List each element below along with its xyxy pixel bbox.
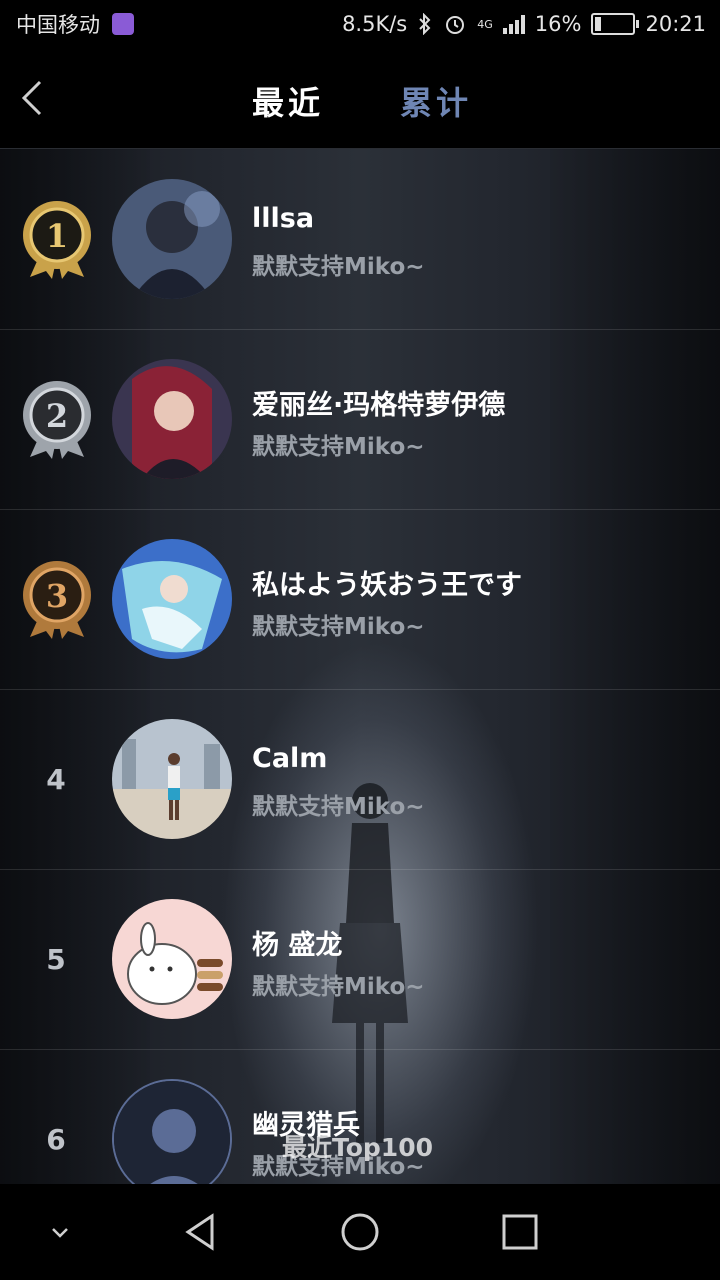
silver-medal-icon: 2: [23, 381, 91, 459]
status-bar: 中国移动 8.5K/s 4G 16% 20:21: [0, 0, 720, 48]
list-item[interactable]: 4 Calm 默默支持Miko~: [0, 689, 720, 870]
top100-label[interactable]: 最近Top100: [282, 1128, 433, 1164]
network-speed: 8.5K/s: [342, 12, 408, 36]
user-message: 默默支持Miko~: [252, 794, 425, 820]
square-recents-icon[interactable]: [500, 1210, 540, 1254]
battery-icon: [591, 13, 640, 35]
medal-number: 2: [46, 397, 68, 435]
medal-number: 3: [46, 577, 68, 615]
avatar[interactable]: [112, 539, 232, 659]
avatar[interactable]: [112, 899, 232, 1019]
bluetooth-icon: [419, 13, 431, 35]
carrier-label: 中国移动: [16, 13, 100, 37]
avatar[interactable]: [112, 719, 232, 839]
avatar[interactable]: [112, 179, 232, 299]
navigation-bar: [0, 1184, 720, 1280]
alarm-icon: [446, 16, 465, 34]
tab-recent[interactable]: 最近: [252, 78, 324, 124]
chevron-down-icon[interactable]: [48, 1220, 72, 1244]
user-name: 爱丽丝·玛格特萝伊德: [252, 390, 506, 421]
rank-number: 6: [46, 1123, 66, 1156]
user-name: 私はよう妖おう王です: [252, 570, 522, 601]
user-message: 默默支持Miko~: [252, 254, 425, 280]
gallery-notification-icon: [112, 13, 134, 35]
clock: 20:21: [645, 12, 706, 36]
battery-percent: 16%: [534, 12, 582, 36]
list-item[interactable]: 5 杨 盛龙 默默支持Miko~: [0, 869, 720, 1050]
medal-number: 1: [46, 217, 68, 255]
user-message: 默默支持Miko~: [252, 434, 425, 460]
title-bar: 最近 累计: [0, 48, 720, 149]
network-type: 4G: [477, 18, 493, 31]
default-avatar-icon[interactable]: [112, 1079, 232, 1184]
rank-number: 4: [46, 763, 66, 796]
user-message: 默默支持Miko~: [252, 974, 425, 1000]
circle-home-icon[interactable]: [340, 1210, 380, 1254]
user-name: lllsa: [252, 203, 315, 234]
list-item[interactable]: 2 爱丽丝·玛格特萝伊德 默默支持Miko~: [0, 329, 720, 510]
triangle-back-icon[interactable]: [180, 1210, 220, 1254]
user-name: Calm: [252, 743, 328, 774]
rank-number: 5: [46, 943, 66, 976]
tab-total[interactable]: 累计: [400, 78, 472, 124]
back-chevron-icon[interactable]: [14, 76, 54, 120]
user-message: 默默支持Miko~: [252, 614, 425, 640]
gold-medal-icon: 1: [23, 201, 91, 279]
signal-icon: [502, 14, 525, 34]
avatar[interactable]: [112, 359, 232, 479]
user-name: 杨 盛龙: [252, 930, 343, 961]
bronze-medal-icon: 3: [23, 561, 91, 639]
ranking-list: 1 lllsa 默默支持Miko~ 2 爱丽丝·玛格特萝伊德 默默支持Miko~…: [0, 149, 720, 1184]
list-item[interactable]: 3 私はよう妖おう王です 默默支持Miko~: [0, 509, 720, 690]
list-item[interactable]: 1 lllsa 默默支持Miko~: [0, 149, 720, 330]
